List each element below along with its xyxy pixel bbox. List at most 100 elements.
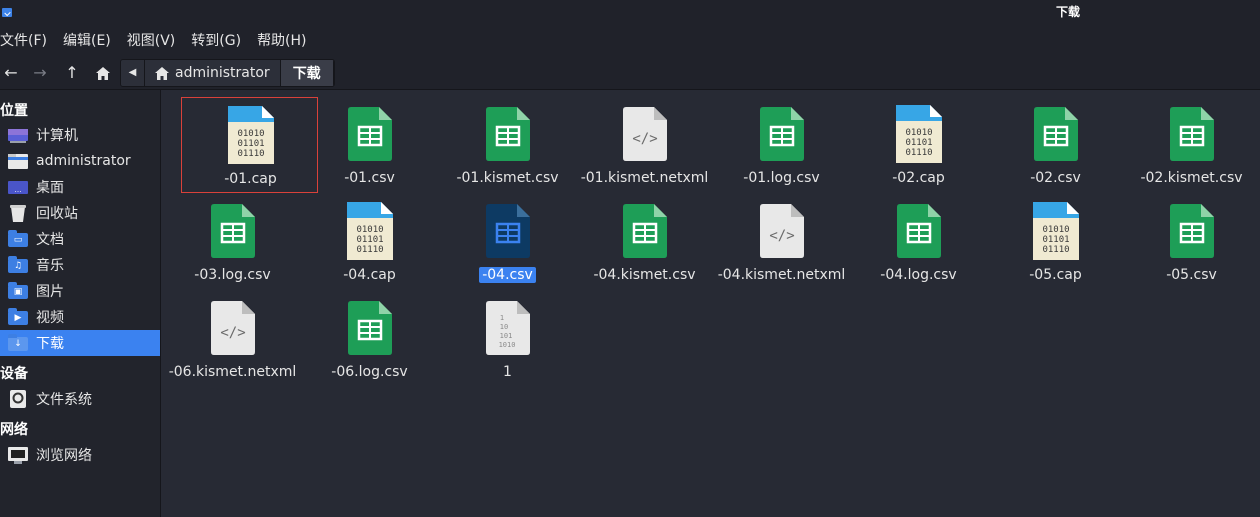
file-item[interactable]: 01010 01101 01110 -01.cap [181, 97, 318, 193]
file-item[interactable]: -03.log.csv [164, 194, 301, 290]
binary-file-icon: 01010 01101 01110 [301, 200, 438, 264]
menu-go[interactable]: 转到(G) [183, 30, 249, 50]
file-item[interactable]: -04.log.csv [850, 194, 987, 290]
spreadsheet-file-icon [576, 204, 713, 268]
spreadsheet-file-icon [164, 204, 301, 268]
file-item[interactable]: 1 10 101 1010 1 [439, 291, 576, 387]
file-name: -01.cap [224, 171, 277, 187]
file-item[interactable]: 01010 01101 01110 -02.cap [850, 97, 987, 193]
file-item[interactable]: -05.csv [1123, 194, 1260, 290]
menu-edit[interactable]: 编辑(E) [55, 30, 119, 50]
sidebar-item-label: 下载 [36, 336, 64, 352]
home-button[interactable] [92, 62, 114, 84]
file-name: -04.kismet.csv [593, 267, 696, 283]
path-segment-downloads[interactable]: 下载 [280, 60, 334, 86]
sidebar-item-label: 回收站 [36, 206, 78, 222]
file-name: 1 [503, 364, 512, 380]
svg-text:</>: </> [769, 228, 794, 244]
file-name: -04.kismet.netxml [717, 267, 846, 283]
back-button[interactable]: ← [0, 62, 22, 84]
sidebar-heading-devices: 设备 [0, 366, 28, 382]
back-arrow-icon: ← [4, 63, 18, 82]
spreadsheet-file-icon [1123, 204, 1260, 268]
spreadsheet-file-icon [987, 107, 1124, 171]
svg-text:01010: 01010 [905, 128, 932, 138]
sidebar-item-pictures[interactable]: ▣ 图片 [0, 278, 160, 304]
pictures-icon: ▣ [8, 282, 28, 300]
sidebar-item-downloads[interactable]: ↓ 下载 [0, 330, 160, 356]
path-segment-label: administrator [175, 65, 270, 81]
sidebar-item-videos[interactable]: ▶ 视频 [0, 304, 160, 330]
file-name: -03.log.csv [194, 267, 271, 283]
binary-file-icon: 01010 01101 01110 [987, 200, 1124, 264]
spreadsheet-file-icon [1123, 107, 1260, 171]
sidebar-item-filesystem[interactable]: 文件系统 [0, 386, 160, 412]
file-item[interactable]: -01.csv [301, 97, 438, 193]
file-item[interactable]: </> -06.kismet.netxml [164, 291, 301, 387]
spreadsheet-file-icon [439, 107, 576, 171]
svg-text:01010: 01010 [237, 129, 264, 139]
home-icon [96, 67, 110, 80]
sidebar-item-browse-network[interactable]: 浏览网络 [0, 442, 160, 468]
forward-button[interactable]: → [29, 62, 51, 84]
svg-text:…: … [15, 186, 22, 194]
menu-help[interactable]: 帮助(H) [249, 30, 314, 50]
svg-text:01101: 01101 [905, 138, 932, 148]
svg-text:10: 10 [499, 323, 507, 331]
sidebar-item-administrator[interactable]: administrator [0, 148, 160, 174]
sidebar-item-trash[interactable]: 回收站 [0, 200, 160, 226]
svg-text:101: 101 [499, 332, 512, 340]
file-item[interactable]: -04.kismet.csv [576, 194, 713, 290]
documents-icon: ▭ [8, 230, 28, 248]
home-folder-icon [8, 152, 28, 170]
sidebar-heading-network: 网络 [0, 422, 28, 438]
file-item[interactable]: -06.log.csv [301, 291, 438, 387]
file-view: 01010 01101 01110 -01.cap -01.csv -01.kism… [162, 90, 1260, 517]
sidebar-item-desktop[interactable]: … 桌面 [0, 174, 160, 200]
path-segment-label: 下载 [292, 66, 321, 82]
up-arrow-icon: ↑ [65, 63, 79, 82]
file-item[interactable]: -02.kismet.csv [1123, 97, 1260, 193]
sidebar-item-music[interactable]: ♫ 音乐 [0, 252, 160, 278]
music-icon: ♫ [8, 256, 28, 274]
spreadsheet-file-icon [850, 204, 987, 268]
sidebar-item-label: 计算机 [36, 128, 78, 144]
sidebar-item-documents[interactable]: ▭ 文档 [0, 226, 160, 252]
file-name: -01.kismet.csv [456, 170, 559, 186]
svg-text:01110: 01110 [237, 149, 264, 159]
path-segment-administrator[interactable]: administrator [145, 60, 281, 86]
sidebar-item-label: 浏览网络 [36, 448, 92, 464]
sidebar-item-computer[interactable]: 计算机 [0, 122, 160, 148]
path-scroll-left-button[interactable]: ◀ [121, 60, 145, 86]
svg-text:1010: 1010 [498, 341, 515, 349]
downloads-app-icon [2, 8, 12, 17]
file-item[interactable]: -04.csv [439, 194, 576, 290]
xml-file-icon: </> [576, 107, 713, 171]
xml-file-icon: </> [164, 301, 301, 365]
sidebar-item-label: 视频 [36, 310, 64, 326]
spreadsheet-file-icon [301, 107, 438, 171]
plain-file-icon: 1 10 101 1010 [439, 301, 576, 365]
file-item[interactable]: -01.kismet.csv [439, 97, 576, 193]
spreadsheet-file-icon [439, 204, 576, 268]
up-button[interactable]: ↑ [61, 62, 83, 84]
file-item[interactable]: </> -01.kismet.netxml [576, 97, 713, 193]
file-name: -06.log.csv [331, 364, 408, 380]
window-title: 下载 [1055, 5, 1080, 19]
svg-text:01110: 01110 [1042, 245, 1069, 255]
menu-bar: 文件(F) 编辑(E) 视图(V) 转到(G) 帮助(H) [0, 24, 1260, 56]
file-item[interactable]: 01010 01101 01110 -05.cap [987, 194, 1124, 290]
file-item[interactable]: -01.log.csv [713, 97, 850, 193]
file-name: -02.cap [892, 170, 945, 186]
file-item[interactable]: 01010 01101 01110 -04.cap [301, 194, 438, 290]
sidebar-item-label: 文档 [36, 232, 64, 248]
svg-text:01010: 01010 [356, 225, 383, 235]
file-name: -04.csv [439, 267, 576, 283]
file-item[interactable]: </> -04.kismet.netxml [713, 194, 850, 290]
file-item[interactable]: -02.csv [987, 97, 1124, 193]
spreadsheet-file-icon [301, 301, 438, 365]
menu-view[interactable]: 视图(V) [119, 30, 184, 50]
selected-file-label: -04.csv [479, 267, 536, 283]
menu-file[interactable]: 文件(F) [0, 30, 55, 50]
sidebar: 位置 计算机 administrator … 桌面 回收站 ▭ 文档 ♫ 音乐 … [0, 90, 161, 517]
